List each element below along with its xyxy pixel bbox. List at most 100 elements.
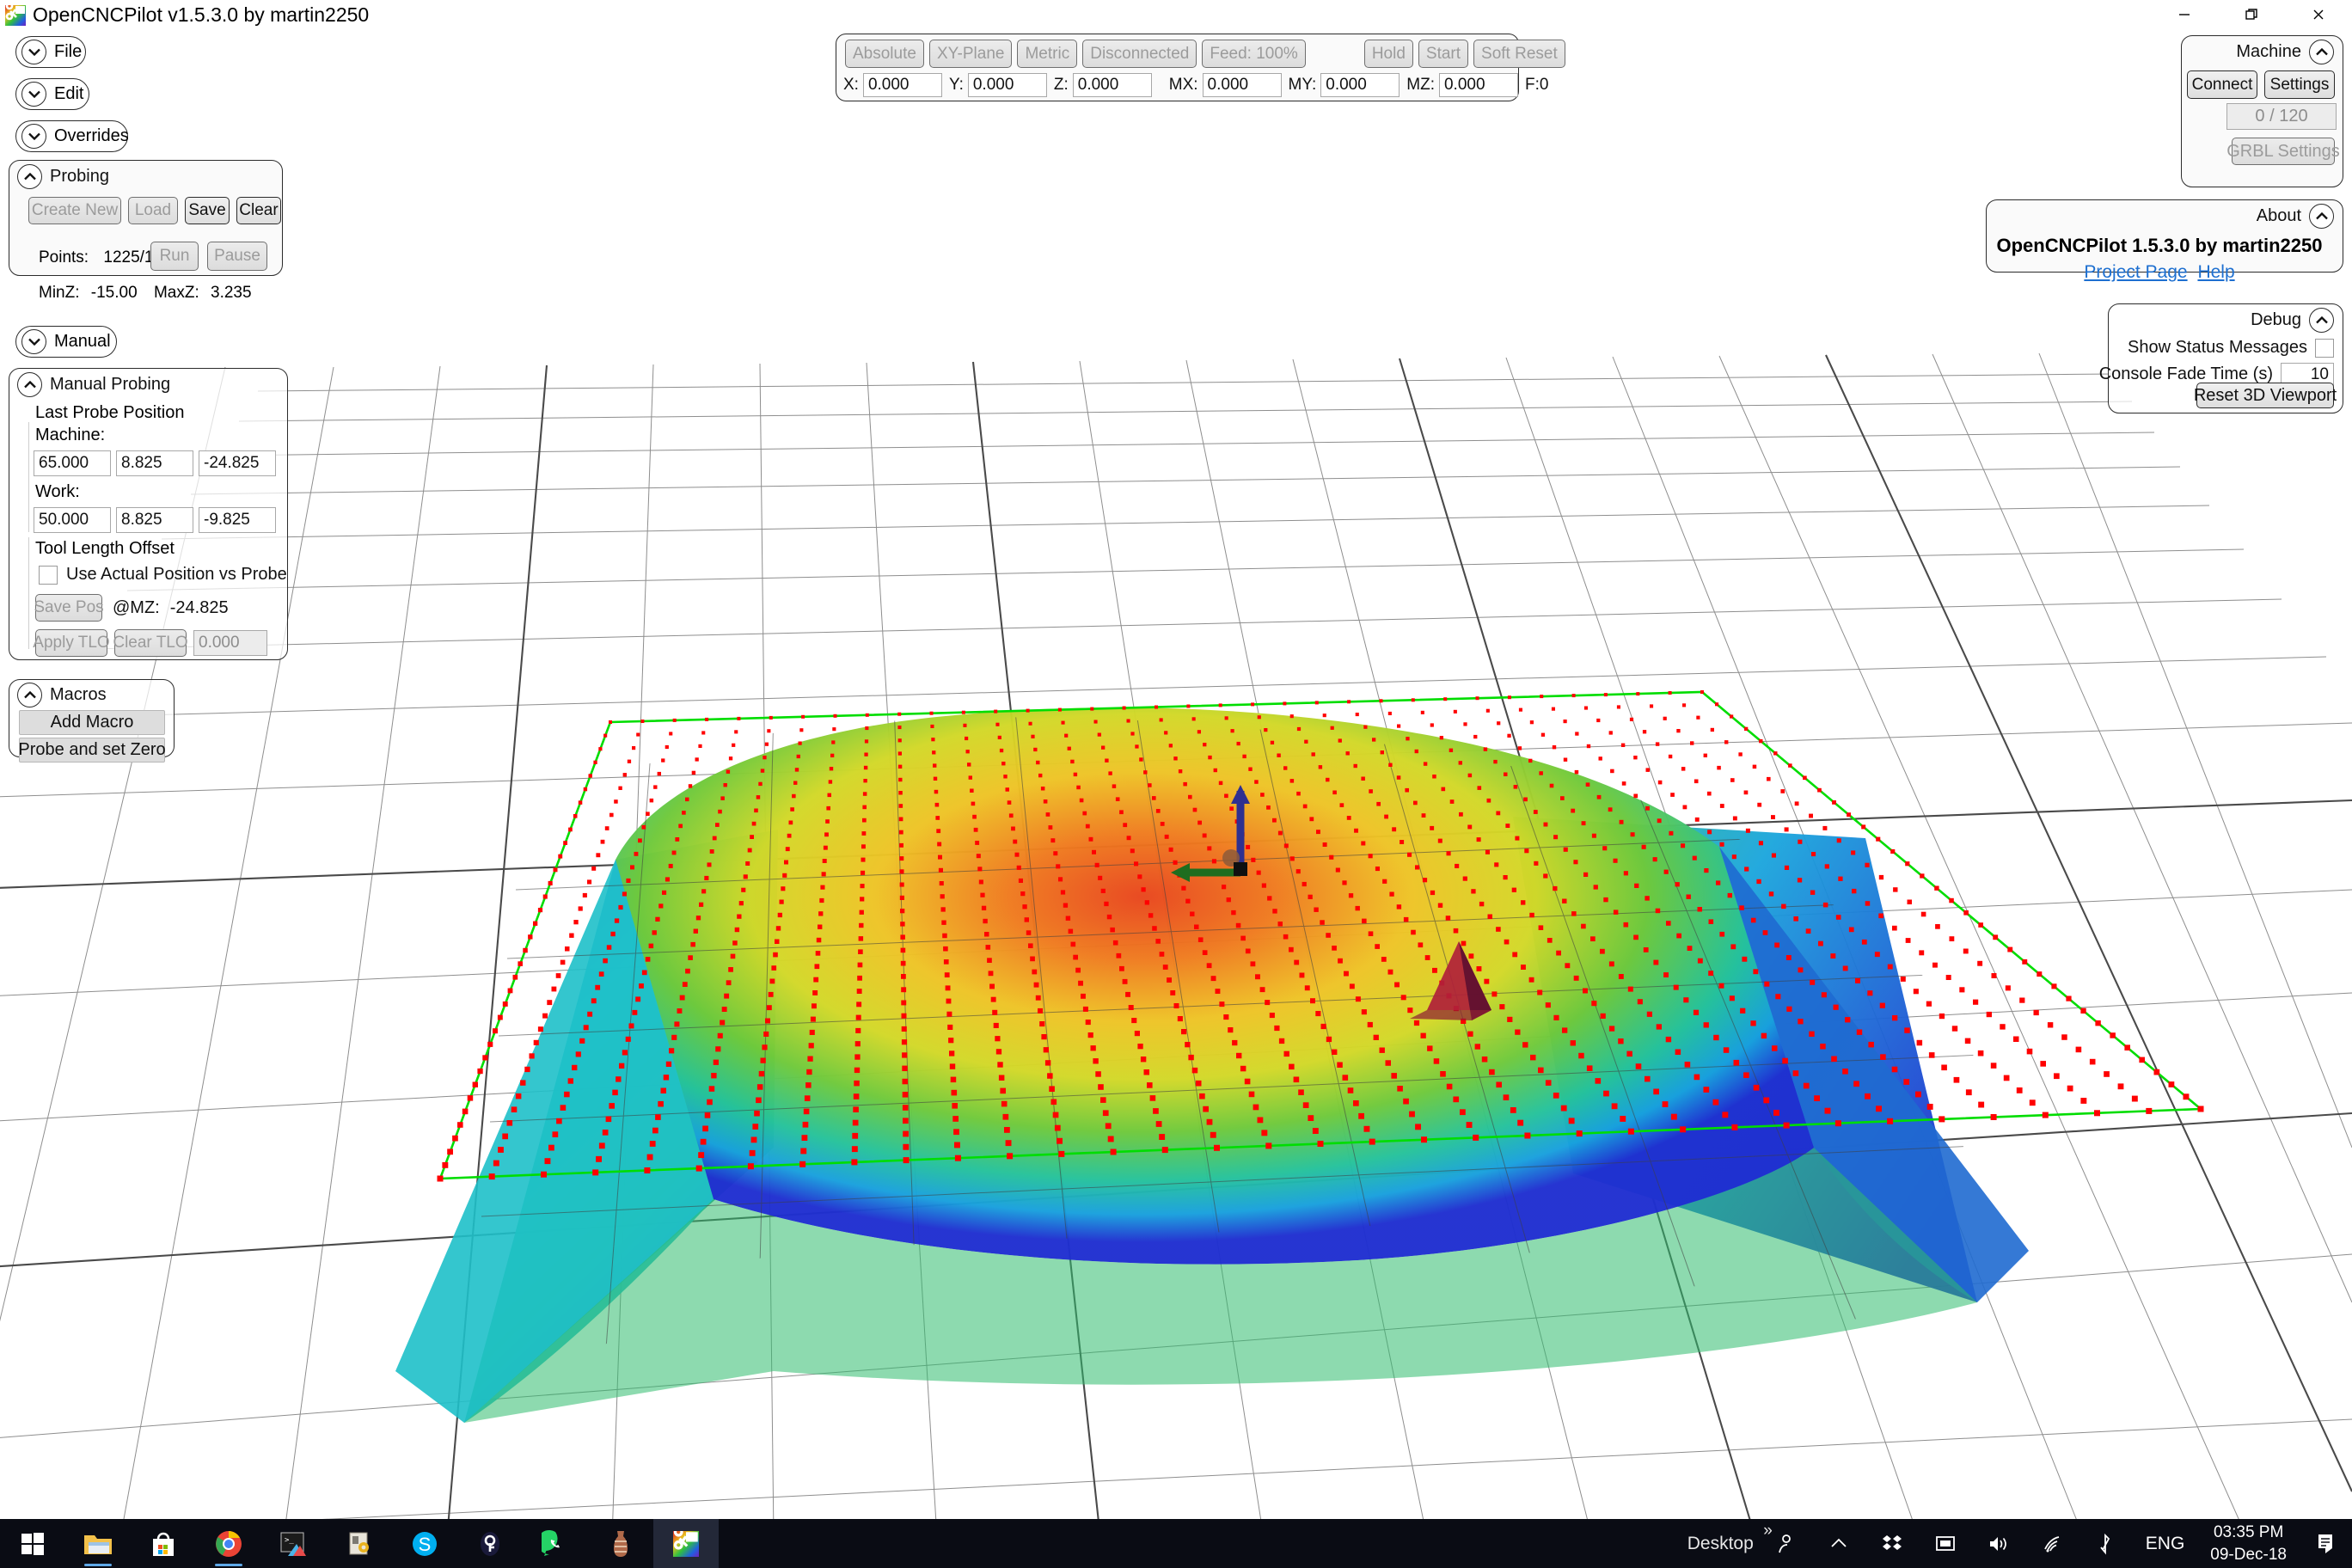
- manual-menu-button[interactable]: Manual: [15, 326, 117, 358]
- status-feed-button[interactable]: Feed: 100%: [1202, 40, 1306, 68]
- project-page-link[interactable]: Project Page: [2084, 262, 2187, 282]
- start-button[interactable]: Start: [1418, 40, 1469, 68]
- status-metric-button[interactable]: Metric: [1017, 40, 1078, 68]
- coord-y-field[interactable]: 0.000: [967, 73, 1047, 97]
- status-coordinate-row: X: 0.000 Y: 0.000 Z: 0.000 MX: 0.000 MY:…: [843, 73, 1553, 97]
- clear-tlo-button[interactable]: Clear TLO: [113, 629, 188, 657]
- machine-z-field[interactable]: -24.825: [199, 450, 276, 476]
- macros-panel-title: Macros: [50, 685, 107, 704]
- hold-button[interactable]: Hold: [1363, 40, 1413, 68]
- minz-value: -15.00: [90, 284, 138, 302]
- connect-button[interactable]: Connect: [2187, 70, 2257, 99]
- microsoft-store-icon[interactable]: [131, 1519, 196, 1568]
- machine-panel-header[interactable]: Machine: [2182, 36, 2343, 66]
- tlo-value-field[interactable]: 0.000: [193, 630, 267, 656]
- volume-icon[interactable]: [1972, 1519, 2025, 1568]
- close-icon[interactable]: [2285, 0, 2352, 29]
- file-menu-button[interactable]: File: [15, 36, 86, 68]
- window-title: OpenCNCPilot v1.5.3.0 by martin2250: [33, 3, 370, 26]
- run-button[interactable]: Run: [150, 242, 199, 271]
- probe-and-set-zero-button[interactable]: Probe and set Zero: [18, 738, 166, 763]
- tool-length-offset-label: Tool Length Offset: [35, 539, 175, 558]
- terminal-icon[interactable]: >_: [261, 1519, 327, 1568]
- language-indicator[interactable]: ENG: [2132, 1534, 2199, 1554]
- coord-z-field[interactable]: 0.000: [1072, 73, 1152, 97]
- svg-text:>_: >_: [285, 1536, 294, 1545]
- work-z-field[interactable]: -9.825: [199, 507, 276, 533]
- soft-reset-button[interactable]: Soft Reset: [1473, 40, 1565, 68]
- debug-panel-header[interactable]: Debug: [2109, 304, 2343, 334]
- skype-icon[interactable]: S: [392, 1519, 457, 1568]
- macros-panel-header[interactable]: Macros: [9, 680, 174, 709]
- grbl-settings-button[interactable]: GRBL Settings: [2226, 138, 2340, 165]
- status-absolute-button[interactable]: Absolute: [845, 40, 924, 68]
- dropbox-icon[interactable]: [1865, 1519, 1919, 1568]
- create-new-button[interactable]: Create New: [28, 197, 121, 224]
- manual-probing-header[interactable]: Manual Probing: [9, 369, 287, 399]
- machine-x-field[interactable]: 65.000: [34, 450, 111, 476]
- about-version-text: OpenCNCPilot 1.5.3.0 by martin2250: [1996, 235, 2323, 256]
- keepass-icon[interactable]: [457, 1519, 523, 1568]
- load-button[interactable]: Load: [128, 197, 178, 224]
- notifications-icon[interactable]: [2299, 1519, 2352, 1568]
- maximize-icon[interactable]: [2218, 0, 2285, 29]
- coord-x-label: X:: [843, 76, 859, 94]
- opencncpilot-icon[interactable]: [653, 1519, 719, 1568]
- bluetooth-icon[interactable]: [2079, 1519, 2132, 1568]
- system-tray: Desktop » ENG 03:35 PM 09-Dec-18: [1682, 1519, 2352, 1568]
- file-explorer-icon[interactable]: [65, 1519, 131, 1568]
- points-label: Points:: [39, 248, 89, 266]
- help-link[interactable]: Help: [2197, 262, 2234, 282]
- whatsapp-icon[interactable]: [523, 1519, 588, 1568]
- manual-probing-panel: Manual Probing Last Probe Position Machi…: [9, 368, 288, 660]
- show-hidden-icons-icon[interactable]: [1812, 1519, 1865, 1568]
- network-icon[interactable]: [2025, 1519, 2079, 1568]
- coord-z-label: Z:: [1053, 76, 1069, 94]
- windows-start-icon[interactable]: [0, 1519, 65, 1568]
- use-actual-position-checkbox[interactable]: [39, 565, 58, 585]
- save-button[interactable]: Save: [185, 197, 230, 224]
- status-xy-plane-button[interactable]: XY-Plane: [928, 40, 1013, 68]
- macros-panel: Macros Add Macro Probe and set Zero: [9, 679, 175, 763]
- pause-button[interactable]: Pause: [207, 242, 267, 271]
- settings-button[interactable]: Settings: [2264, 70, 2335, 99]
- desktop-label-text: Desktop: [1687, 1533, 1754, 1553]
- display-icon[interactable]: [1919, 1519, 1972, 1568]
- work-y-field[interactable]: 8.825: [116, 507, 193, 533]
- application-window: OpenCNCPilot v1.5.3.0 by martin2250 File…: [0, 0, 2352, 1568]
- show-status-messages-checkbox[interactable]: [2315, 338, 2334, 358]
- chevron-up-icon: [2309, 308, 2334, 333]
- machine-y-field[interactable]: 8.825: [116, 450, 193, 476]
- chevron-down-icon: [21, 40, 46, 64]
- add-macro-button[interactable]: Add Macro: [19, 710, 165, 735]
- save-pos-button[interactable]: Save Pos: [34, 594, 104, 622]
- show-status-messages-row[interactable]: Show Status Messages: [2128, 338, 2334, 358]
- app-icon[interactable]: [327, 1519, 392, 1568]
- coord-mx-label: MX:: [1168, 76, 1198, 94]
- reset-3d-viewport-button[interactable]: Reset 3D Viewport: [2194, 383, 2337, 408]
- work-x-field[interactable]: 50.000: [34, 507, 111, 533]
- probing-panel-header[interactable]: Probing: [9, 161, 282, 191]
- desktop-peek-label[interactable]: Desktop »: [1682, 1522, 1773, 1554]
- overrides-menu-button[interactable]: Overrides: [15, 120, 129, 152]
- coord-mz-field[interactable]: 0.000: [1438, 73, 1518, 97]
- coord-x-field[interactable]: 0.000: [862, 73, 942, 97]
- svg-text:S: S: [419, 1534, 432, 1555]
- edit-menu-button[interactable]: Edit: [15, 78, 89, 110]
- clear-button[interactable]: Clear: [236, 197, 281, 224]
- status-connection-button[interactable]: Disconnected: [1082, 40, 1197, 68]
- chevron-down-icon: [21, 124, 46, 149]
- vase-icon[interactable]: [588, 1519, 653, 1568]
- chrome-icon[interactable]: [196, 1519, 261, 1568]
- at-mz-label: @MZ:: [113, 597, 160, 617]
- apply-tlo-button[interactable]: Apply TLO: [33, 629, 110, 657]
- debug-panel-title: Debug: [2251, 310, 2301, 329]
- use-actual-position-row[interactable]: Use Actual Position vs Probe: [39, 565, 287, 585]
- chevron-up-icon: [17, 164, 42, 189]
- clock[interactable]: 03:35 PM 09-Dec-18: [2198, 1522, 2299, 1566]
- chevron-up-icon: [17, 372, 42, 397]
- coord-my-field[interactable]: 0.000: [1320, 73, 1400, 97]
- about-panel-header[interactable]: About: [1987, 200, 2343, 230]
- minimize-icon[interactable]: [2151, 0, 2218, 29]
- coord-mx-field[interactable]: 0.000: [1202, 73, 1282, 97]
